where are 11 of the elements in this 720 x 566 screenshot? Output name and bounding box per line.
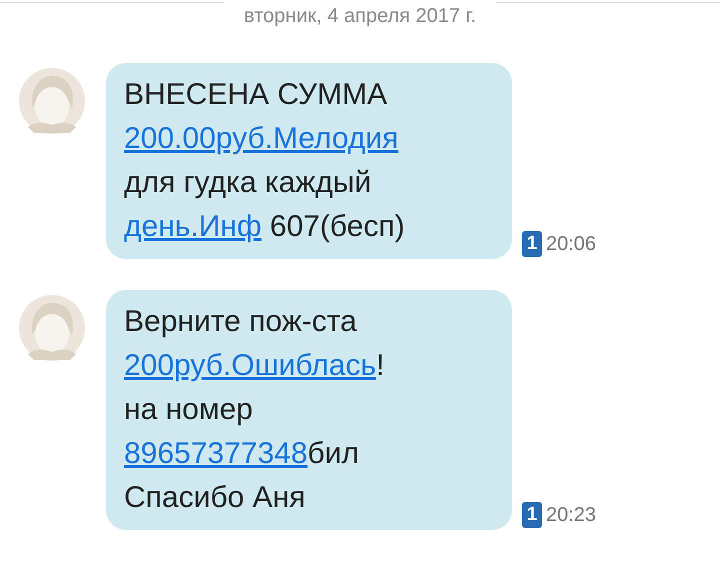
link[interactable]: 200.00руб.Мелодия	[124, 122, 398, 155]
message-time: 20:06	[546, 232, 596, 256]
message-text: Верните пож-ста 200руб.Ошиблась! на номер 89657377348бил Спасибо Аня	[106, 290, 512, 530]
link[interactable]: 89657377348	[124, 437, 308, 470]
link[interactable]: 200руб.Ошиблась	[124, 349, 376, 382]
message-time: 20:23	[546, 504, 596, 526]
message-text: ВНЕСЕНА СУММА 200.00руб.Мелодия для гудка каждый день.Инф 607(бесп)	[106, 63, 512, 259]
sim-badge: 1	[522, 231, 542, 257]
link[interactable]: день.Инф	[124, 210, 262, 243]
sim-badge: 1	[522, 502, 542, 528]
date-header: вторник, 4 апреля 2017 г.	[244, 4, 476, 28]
